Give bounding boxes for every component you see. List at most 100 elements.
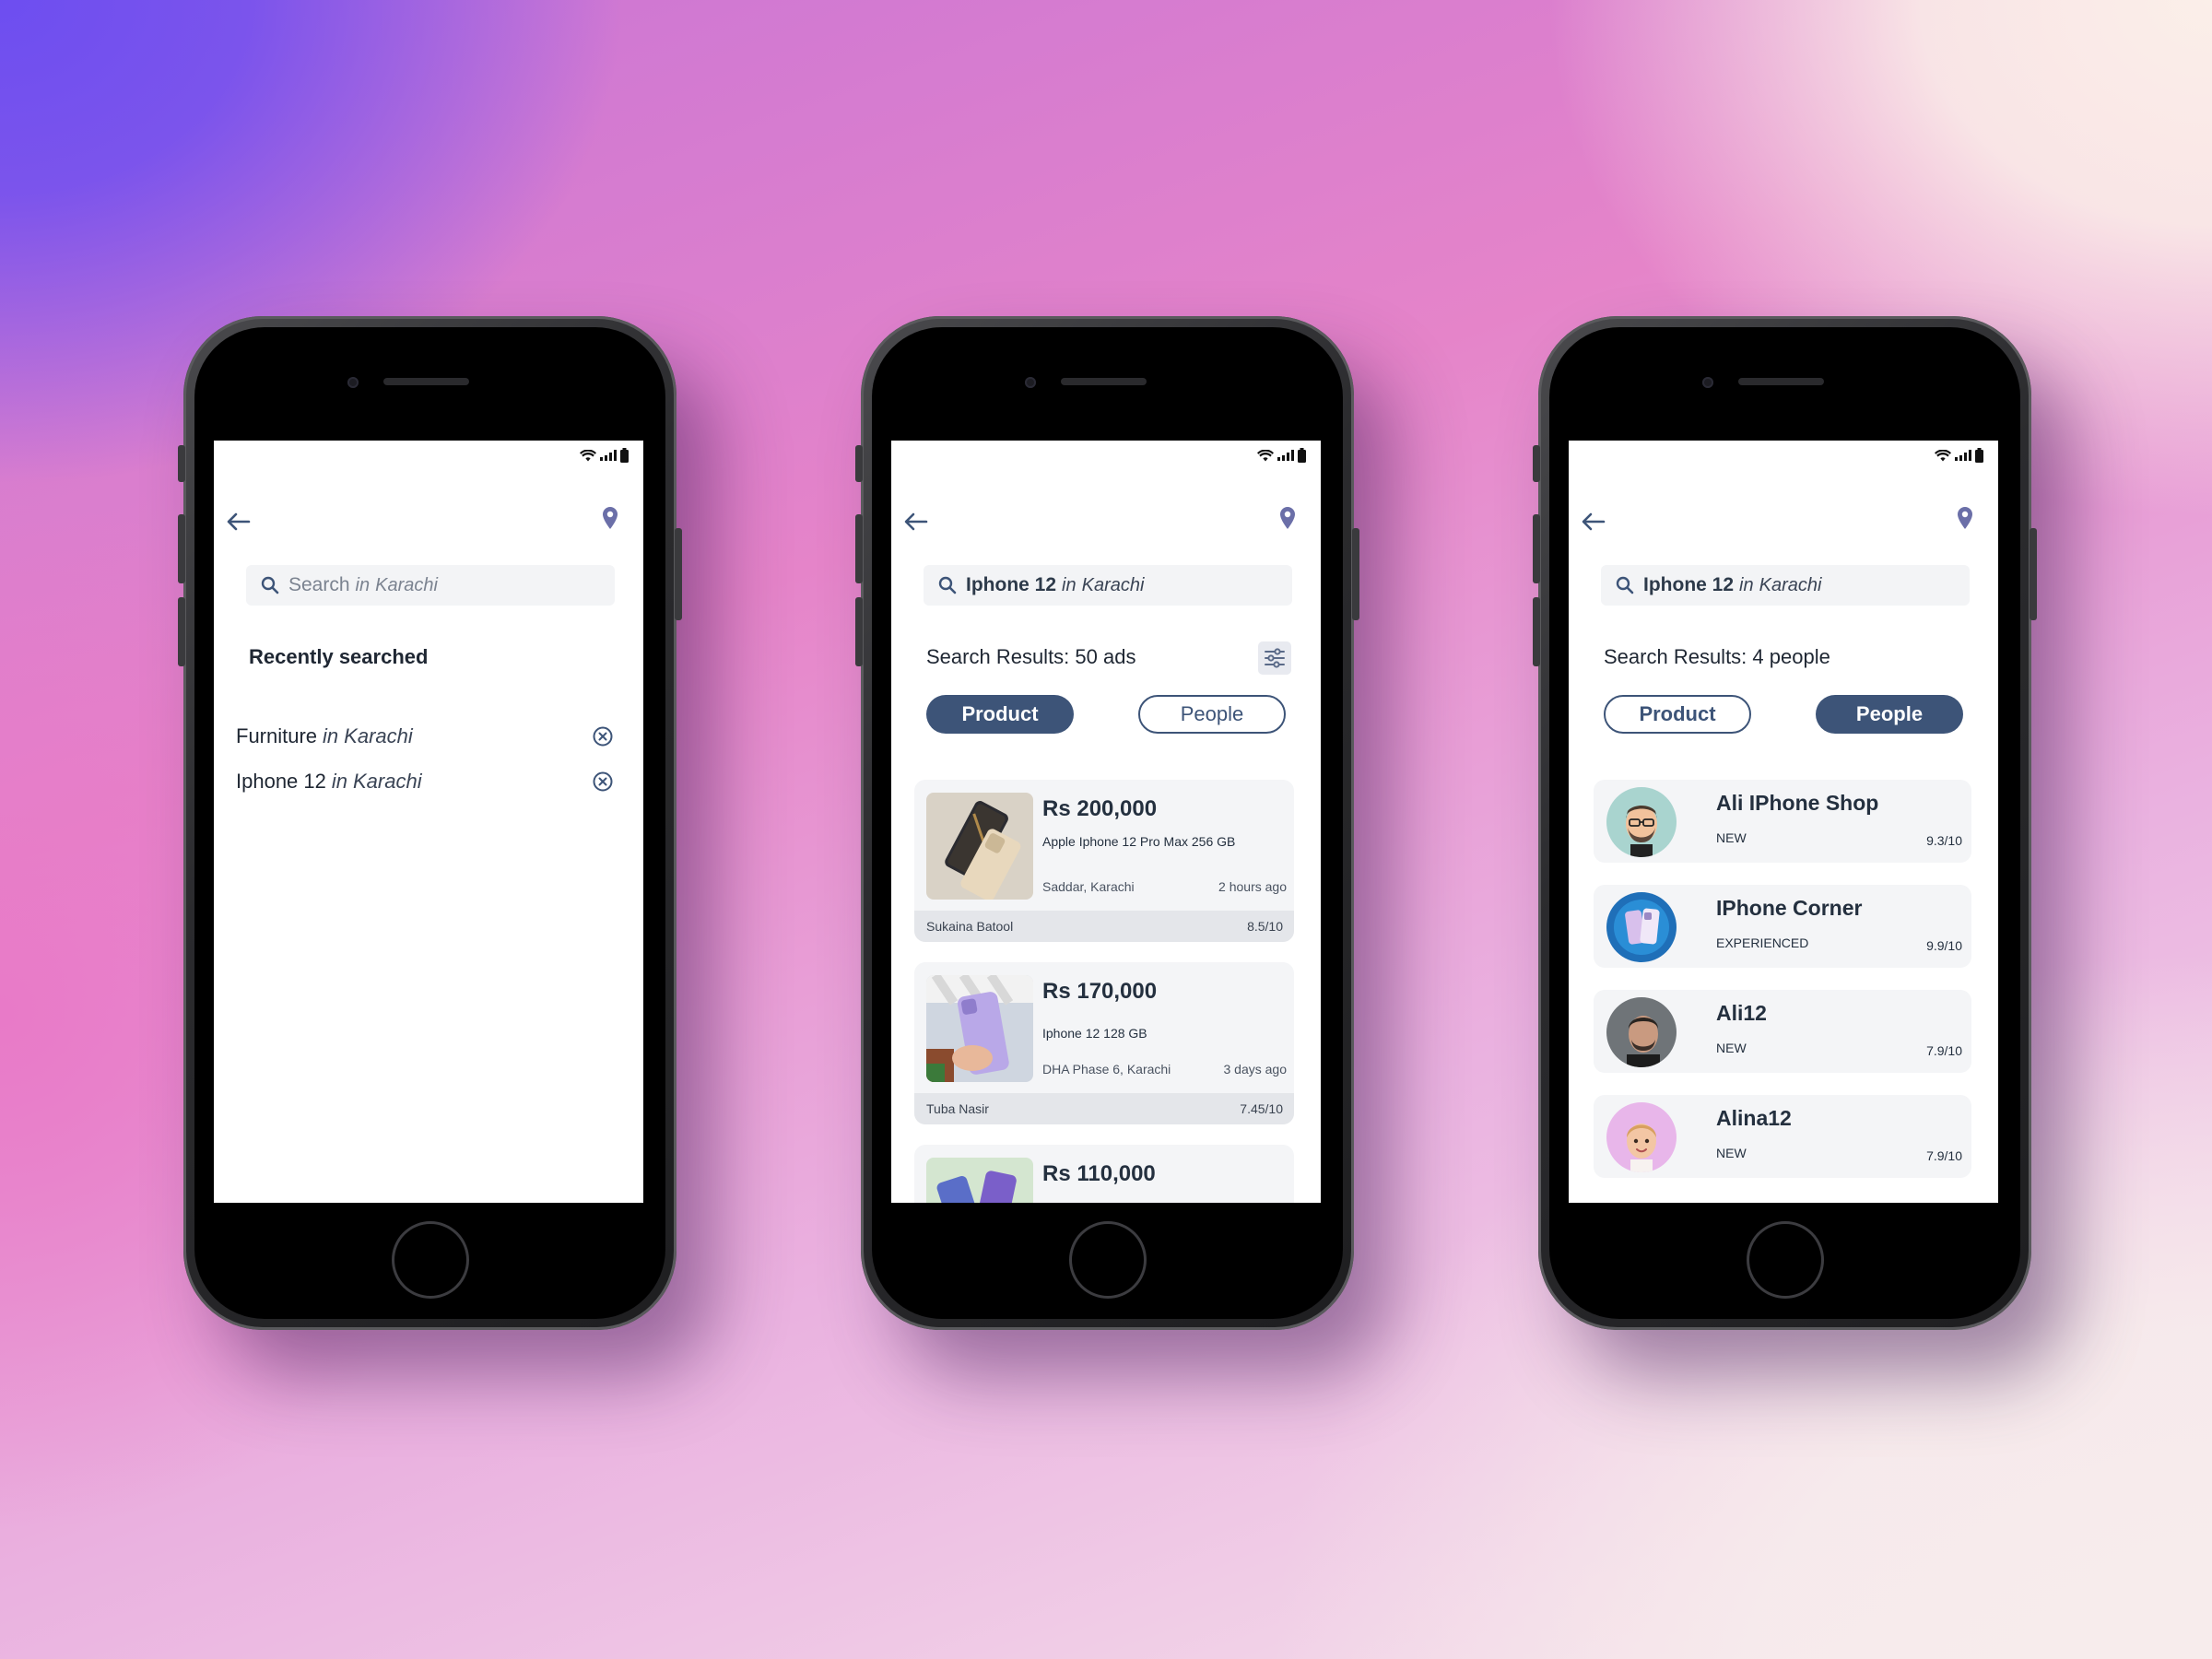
home-button[interactable]: [392, 1221, 469, 1299]
back-arrow-icon[interactable]: [904, 512, 928, 531]
search-input[interactable]: Iphone 12 in Karachi: [1601, 565, 1970, 606]
person-level: NEW: [1716, 830, 1747, 845]
earpiece-speaker: [1738, 378, 1824, 385]
recent-location: Karachi: [353, 769, 422, 793]
person-name: Ali12: [1716, 1001, 1767, 1025]
product-price: Rs 170,000: [1042, 979, 1158, 1004]
search-query: Iphone 12: [1643, 574, 1735, 595]
front-camera: [1702, 377, 1713, 388]
product-title: Apple Iphone 12 Pro Max 256 GB: [1042, 834, 1236, 849]
product-price: Rs 110,000: [1042, 1161, 1156, 1186]
search-icon: [1616, 576, 1634, 594]
person-card[interactable]: Alina12 NEW 7.9/10: [1594, 1095, 1971, 1178]
person-card[interactable]: Ali IPhone Shop NEW 9.3/10: [1594, 780, 1971, 863]
mute-switch: [855, 445, 863, 482]
avatar: [1606, 1102, 1677, 1172]
tab-people[interactable]: People: [1816, 695, 1963, 734]
product-price: Rs 200,000: [1042, 796, 1158, 821]
product-image: [926, 793, 1033, 900]
status-bar: [1935, 448, 1983, 463]
search-in-label: in: [1739, 574, 1754, 595]
home-button[interactable]: [1747, 1221, 1824, 1299]
person-level: NEW: [1716, 1041, 1747, 1055]
person-card[interactable]: IPhone Corner EXPERIENCED 9.9/10: [1594, 885, 1971, 968]
clear-icon[interactable]: [592, 725, 614, 747]
person-rating: 9.9/10: [1926, 938, 1962, 953]
results-count-title: Search Results: 50 ads: [926, 645, 1136, 668]
product-image: [926, 975, 1033, 1082]
tab-product[interactable]: Product: [1604, 695, 1751, 734]
tab-people[interactable]: People: [1138, 695, 1286, 734]
mute-switch: [178, 445, 185, 482]
search-input[interactable]: Search in Karachi: [246, 565, 615, 606]
seller-name: Sukaina Batool: [926, 919, 1014, 934]
search-query: Iphone 12: [966, 574, 1057, 595]
filter-icon: [1265, 648, 1285, 668]
phone-recent-searches: Search in Karachi Recently searched Furn…: [178, 316, 682, 1330]
location-pin-icon[interactable]: [602, 507, 618, 529]
recent-search-item[interactable]: Iphone 12 in Karachi: [236, 759, 614, 804]
search-input[interactable]: Iphone 12 in Karachi: [924, 565, 1292, 606]
earpiece-speaker: [383, 378, 469, 385]
front-camera: [347, 377, 359, 388]
person-name: Ali IPhone Shop: [1716, 791, 1879, 815]
recent-search-list: Furniture in Karachi Iphone 12 in Karachi: [236, 713, 614, 804]
search-icon: [938, 576, 957, 594]
search-location: Karachi: [1081, 574, 1145, 595]
person-rating: 7.9/10: [1926, 1148, 1962, 1163]
filter-button[interactable]: [1258, 641, 1291, 675]
screen: Iphone 12 in Karachi Search Results: 4 p…: [1569, 441, 1998, 1203]
signal-icon: [600, 450, 617, 461]
product-card[interactable]: Rs 200,000 Apple Iphone 12 Pro Max 256 G…: [914, 780, 1294, 942]
person-rating: 7.9/10: [1926, 1043, 1962, 1058]
seller-name: Tuba Nasir: [926, 1101, 989, 1116]
battery-icon: [1298, 448, 1306, 463]
person-level: NEW: [1716, 1146, 1747, 1160]
search-placeholder: Search: [288, 574, 350, 595]
location-pin-icon[interactable]: [1957, 507, 1973, 529]
wifi-icon: [1257, 449, 1274, 461]
product-card[interactable]: Rs 170,000 Iphone 12 128 GB DHA Phase 6,…: [914, 962, 1294, 1124]
product-card[interactable]: Rs 110,000: [914, 1145, 1294, 1203]
signal-icon: [1955, 450, 1971, 461]
recently-searched-title: Recently searched: [249, 645, 429, 668]
product-image: [926, 1158, 1033, 1203]
results-count-title: Search Results: 4 people: [1604, 645, 1830, 668]
volume-down-button: [1533, 597, 1540, 666]
recent-term: Iphone 12: [236, 769, 326, 793]
volume-down-button: [855, 597, 863, 666]
recent-search-item[interactable]: Furniture in Karachi: [236, 713, 614, 759]
person-card[interactable]: Ali12 NEW 7.9/10: [1594, 990, 1971, 1073]
phone-people-results: Iphone 12 in Karachi Search Results: 4 p…: [1533, 316, 2037, 1330]
earpiece-speaker: [1061, 378, 1147, 385]
recent-in-label: in: [331, 769, 347, 793]
person-rating: 9.3/10: [1926, 833, 1962, 848]
person-name: Alina12: [1716, 1106, 1792, 1130]
volume-down-button: [178, 597, 185, 666]
battery-icon: [620, 448, 629, 463]
clear-icon[interactable]: [592, 771, 614, 793]
back-arrow-icon[interactable]: [227, 512, 251, 531]
recent-in-label: in: [323, 724, 339, 747]
front-camera: [1025, 377, 1036, 388]
power-button: [675, 528, 682, 620]
volume-up-button: [855, 514, 863, 583]
product-location: DHA Phase 6, Karachi: [1042, 1062, 1171, 1077]
mute-switch: [1533, 445, 1540, 482]
avatar: [1606, 997, 1677, 1067]
seller-rating: 7.45/10: [1240, 1101, 1283, 1116]
back-arrow-icon[interactable]: [1582, 512, 1606, 531]
search-in-label: in: [1062, 574, 1077, 595]
location-pin-icon[interactable]: [1279, 507, 1296, 529]
wifi-icon: [1935, 449, 1951, 461]
product-location: Saddar, Karachi: [1042, 879, 1135, 894]
person-level: EXPERIENCED: [1716, 935, 1809, 950]
signal-icon: [1277, 450, 1294, 461]
product-posted-time: 3 days ago: [1223, 1062, 1288, 1077]
home-button[interactable]: [1069, 1221, 1147, 1299]
screen: Search in Karachi Recently searched Furn…: [214, 441, 643, 1203]
search-location: Karachi: [375, 574, 438, 595]
battery-icon: [1975, 448, 1983, 463]
avatar: [1606, 892, 1677, 962]
tab-product[interactable]: Product: [926, 695, 1074, 734]
